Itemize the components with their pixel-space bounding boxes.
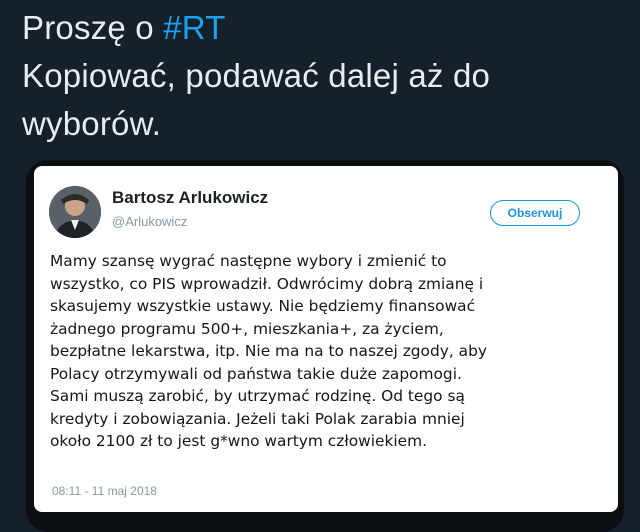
outer-tweet-prefix: Proszę o bbox=[22, 9, 164, 46]
embedded-tweet-card[interactable]: Bartosz Arlukowicz @Arlukowicz Obserwuj … bbox=[34, 166, 618, 512]
outer-tweet-line-3: wyborów. bbox=[22, 105, 162, 142]
avatar[interactable] bbox=[49, 186, 101, 238]
author-handle[interactable]: @Arlukowicz bbox=[112, 214, 187, 229]
tweet-body-line: skasujemy wszystkie ustawy. Nie będziemy… bbox=[50, 297, 476, 315]
outer-tweet: Proszę o #RT Kopiować, podawać dalej aż … bbox=[0, 0, 640, 532]
avatar-photo-icon bbox=[49, 186, 101, 238]
tweet-body-line: żadnego programu 500+, mieszkania+, za ż… bbox=[50, 319, 444, 338]
follow-button[interactable]: Obserwuj bbox=[490, 200, 580, 226]
tweet-body-line: Mamy szansę wygrać następne wybory i zmi… bbox=[50, 252, 447, 270]
outer-tweet-line-2: Kopiować, podawać dalej aż do bbox=[22, 57, 491, 94]
tweet-body-line: kredyty i zobowiązania. Jeżeli taki Pola… bbox=[50, 409, 465, 428]
outer-tweet-text: Proszę o #RT Kopiować, podawać dalej aż … bbox=[22, 4, 622, 148]
tweet-body-line: Sami muszą zarobić, by utrzymać rodzinę.… bbox=[50, 387, 465, 405]
tweet-timestamp[interactable]: 08:11 - 11 maj 2018 bbox=[52, 484, 157, 498]
hashtag-link[interactable]: #RT bbox=[163, 9, 225, 46]
tweet-body-line: Polacy otrzymywali od państwa takie duże… bbox=[50, 364, 462, 383]
tweet-body-line: wszystko, co PIS wprowadził. Odwrócimy d… bbox=[50, 274, 484, 293]
outer-tweet-line-1: Proszę o #RT bbox=[22, 4, 622, 52]
tweet-body: Mamy szansę wygrać następne wybory i zmi… bbox=[50, 250, 610, 453]
tweet-body-line: bezpłatne lekarstwa, itp. Nie ma na to n… bbox=[50, 342, 487, 360]
tweet-body-line: około 2100 zł to jest g*wno wartym człow… bbox=[50, 432, 428, 450]
author-name[interactable]: Bartosz Arlukowicz bbox=[112, 188, 268, 208]
